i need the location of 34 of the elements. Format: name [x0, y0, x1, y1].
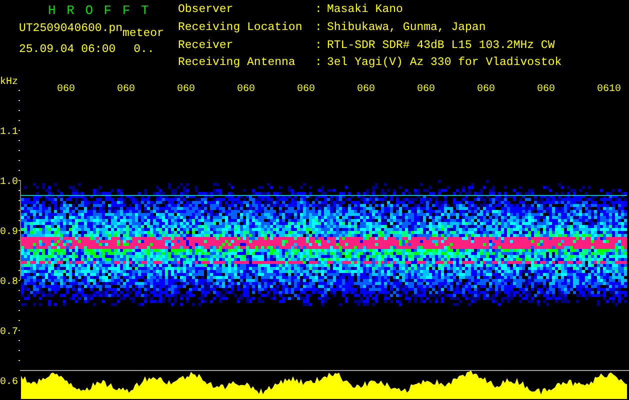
app-title: H R O F F T: [47, 4, 152, 17]
date-time: 25.09.04 06:00: [19, 43, 116, 56]
counter-label: 0..: [134, 43, 154, 56]
time-label: 060: [57, 84, 76, 95]
colon-mark: :: [315, 22, 323, 36]
info-value: 3el Yagi(V) Az 330 for Vladivostok: [327, 57, 562, 72]
time-label: 060: [117, 84, 136, 95]
time-label: 060: [537, 84, 556, 95]
info-label: Observer: [178, 4, 234, 18]
colon-mark: :: [315, 4, 323, 18]
time-label: 060: [477, 84, 496, 95]
frequency-label: 1.1: [0, 127, 18, 138]
frequency-unit: kHz: [0, 77, 18, 88]
frequency-label: 1.0: [0, 177, 18, 188]
info-value: RTL-SDR SDR# 43dB L15 103.2MHz CW: [327, 40, 556, 54]
time-label: 060: [357, 84, 376, 95]
time-label: 060: [417, 84, 436, 95]
frequency-label: 0.6: [0, 377, 18, 388]
info-value: Shibukawa, Gunma, Japan: [327, 22, 487, 36]
frequency-label: 0.9: [0, 227, 18, 238]
colon-mark: :: [315, 57, 323, 72]
time-label: 060: [237, 84, 256, 95]
colon-mark: :: [315, 40, 323, 54]
frequency-label: 0.8: [0, 277, 18, 288]
info-value: Masaki Kano: [327, 4, 404, 18]
mode-label: meteor: [122, 27, 164, 40]
info-label: Receiver: [178, 40, 234, 54]
time-label: 0610: [597, 84, 622, 95]
frequency-label: 0.7: [0, 327, 18, 338]
time-label: 060: [177, 84, 196, 95]
time-label: 060: [297, 84, 316, 95]
info-label: Receiving Antenna: [178, 57, 296, 72]
file-name: UT2509040600.pn: [19, 22, 123, 37]
info-label: Receiving Location: [178, 22, 304, 36]
